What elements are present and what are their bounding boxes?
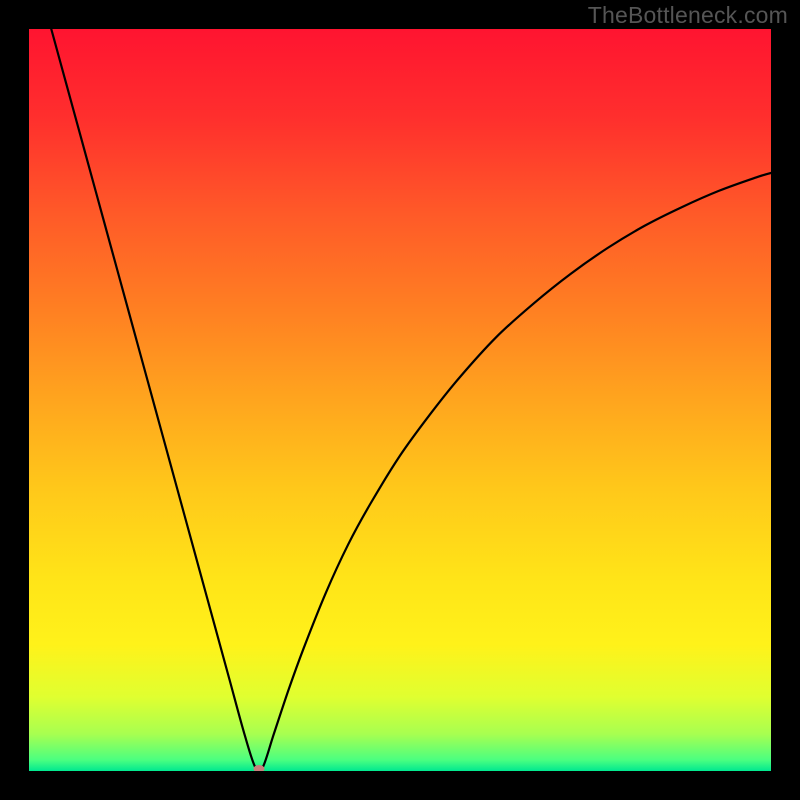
chart-outer-frame: TheBottleneck.com — [0, 0, 800, 800]
chart-svg — [29, 29, 771, 771]
watermark-text: TheBottleneck.com — [588, 2, 788, 29]
plot-area — [29, 29, 771, 771]
gradient-background — [29, 29, 771, 771]
